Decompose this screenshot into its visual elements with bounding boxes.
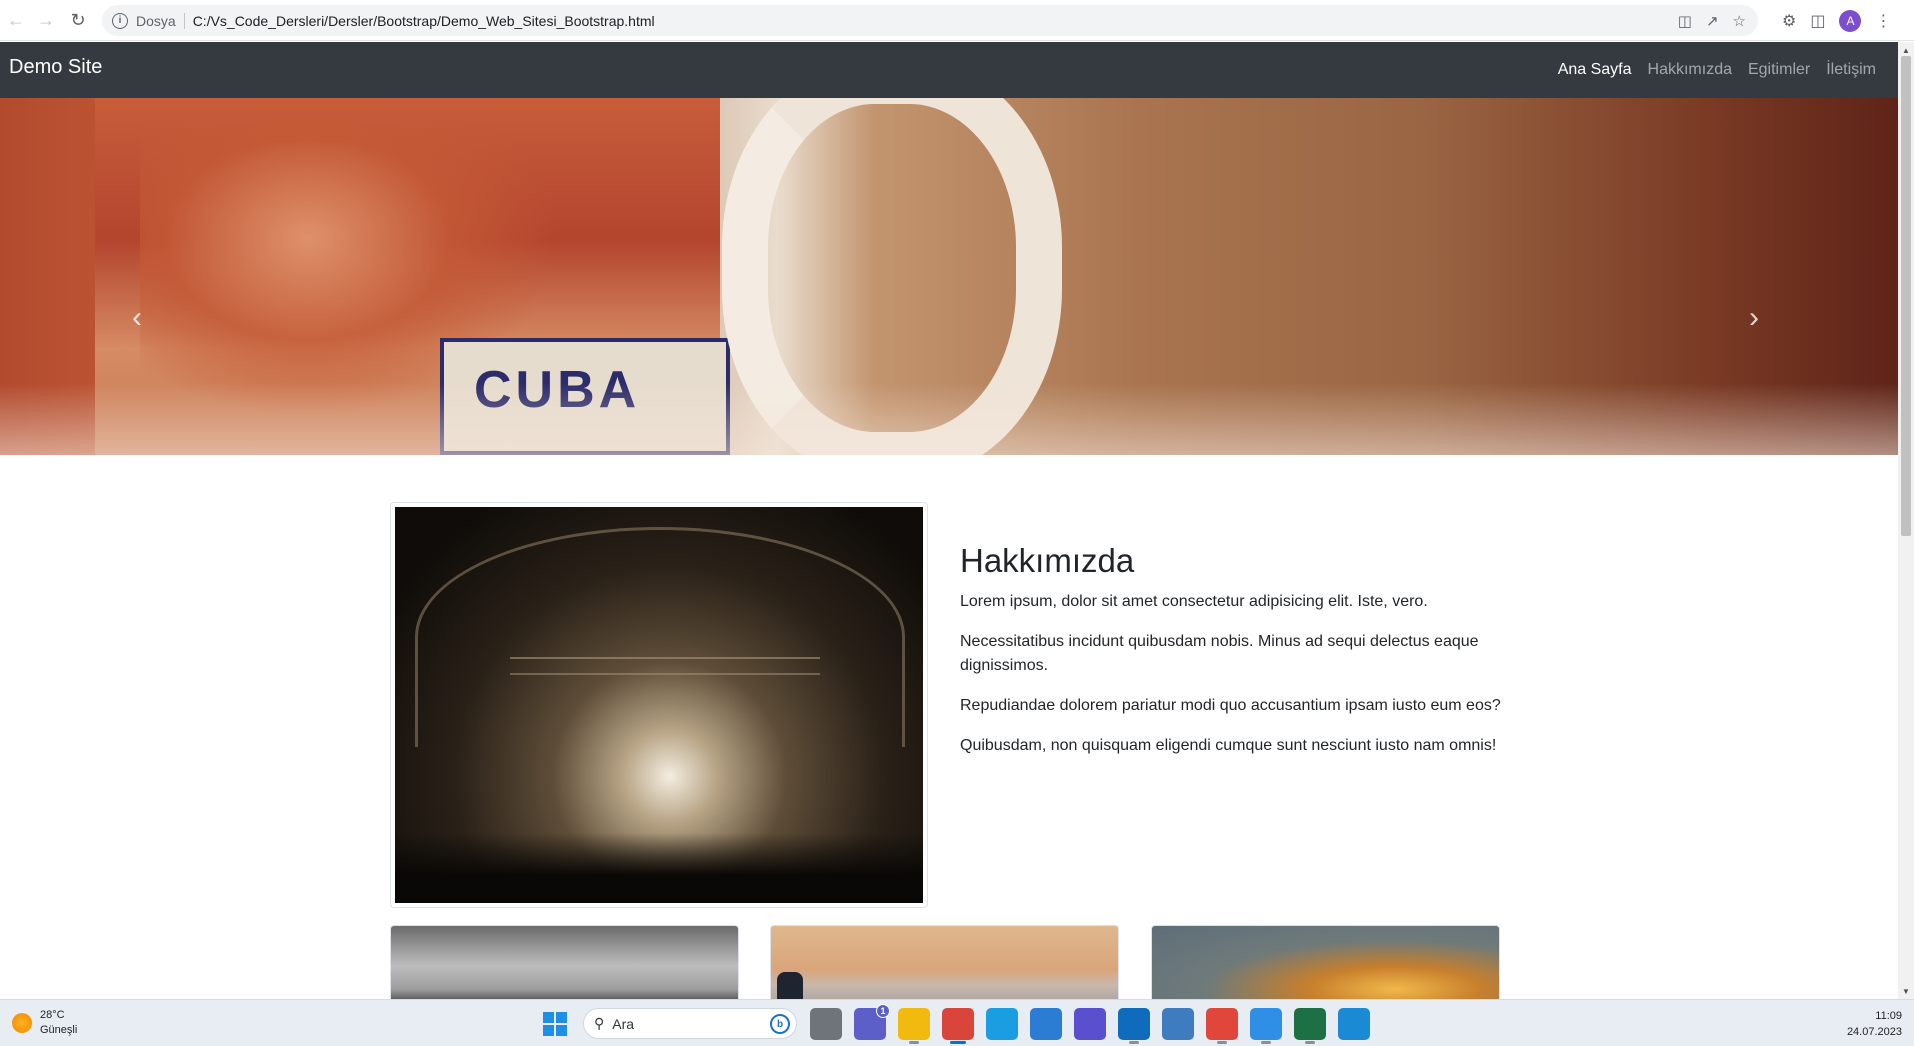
side-panel-icon[interactable]: ◫ xyxy=(1810,11,1825,31)
scrollbar-thumb[interactable] xyxy=(1901,56,1911,536)
teams-icon[interactable]: 1 xyxy=(854,1004,890,1040)
edge-icon[interactable] xyxy=(986,1008,1018,1040)
teams-badge: 1 xyxy=(876,1004,890,1018)
bing-icon[interactable]: b xyxy=(770,1014,790,1034)
taskbar-apps: 1 xyxy=(810,1004,1370,1044)
fisherman-silhouette xyxy=(777,972,803,999)
page-viewport: Demo Site Ana Sayfa Hakkımızda Egitimler… xyxy=(0,42,1898,999)
scheme-label: Dosya xyxy=(136,12,185,29)
translate-icon[interactable]: ◫ xyxy=(1678,12,1692,30)
tent-arc xyxy=(415,527,905,747)
reload-icon[interactable]: ↻ xyxy=(62,4,94,36)
weather-temp: 28°C xyxy=(40,1009,65,1021)
nav-link-egitimler[interactable]: Egitimler xyxy=(1748,61,1810,79)
chrome-icon[interactable] xyxy=(1206,1008,1238,1044)
nav-link-iletisim[interactable]: İletişim xyxy=(1826,61,1876,79)
about-paragraph-3: Repudiandae dolorem pariatur modi quo ac… xyxy=(960,697,1501,714)
file-explorer-icon[interactable] xyxy=(898,1008,930,1044)
back-icon[interactable]: ← xyxy=(0,4,32,36)
copilot-icon[interactable] xyxy=(1074,1008,1106,1040)
navbar-brand[interactable]: Demo Site xyxy=(9,56,102,79)
nav-links: Ana Sayfa Hakkımızda Egitimler İletişim xyxy=(1558,42,1876,98)
page-scrollbar[interactable]: ▲ ▼ xyxy=(1898,42,1914,999)
taskbar: 28°C Güneşli ⚲ Ara b 1 11:09 24.07.2023 xyxy=(0,999,1914,1046)
menu-icon[interactable]: ⋮ xyxy=(1875,11,1891,31)
forward-icon[interactable]: → xyxy=(30,4,62,36)
nav-link-ana-sayfa[interactable]: Ana Sayfa xyxy=(1558,61,1632,79)
browser-toolbar: ← → ↻ i Dosya C:/Vs_Code_Dersleri/Dersle… xyxy=(0,0,1914,41)
extensions-icon[interactable]: ⚙ xyxy=(1782,11,1796,31)
table-shade xyxy=(0,383,1898,455)
crowd-silhouette xyxy=(395,833,923,903)
profile-avatar[interactable]: A xyxy=(1839,9,1862,32)
about-image xyxy=(390,502,928,908)
navbar: Demo Site Ana Sayfa Hakkımızda Egitimler… xyxy=(0,42,1898,98)
carousel-prev-icon[interactable]: ‹ xyxy=(122,303,152,333)
task-view-icon[interactable] xyxy=(810,1008,842,1040)
nav-link-hakkimizda[interactable]: Hakkımızda xyxy=(1648,61,1732,79)
concert-photo xyxy=(395,507,923,903)
about-section: Hakkımızda Lorem ipsum, dolor sit amet c… xyxy=(960,542,1520,774)
about-paragraph-4: Quibusdam, non quisquam eligendi cumque … xyxy=(960,737,1497,754)
url-text[interactable]: C:/Vs_Code_Dersleri/Dersler/Bootstrap/De… xyxy=(193,13,655,29)
search-placeholder: Ara xyxy=(612,1015,635,1032)
clock-time: 11:09 xyxy=(1875,1010,1902,1022)
calculator-icon[interactable] xyxy=(1162,1008,1194,1040)
stage-truss xyxy=(510,657,820,675)
bookmark-star-icon[interactable]: ☆ xyxy=(1733,12,1746,30)
store-icon[interactable] xyxy=(1030,1008,1062,1040)
search-icon: ⚲ xyxy=(594,1015,605,1031)
about-paragraph-1: Lorem ipsum, dolor sit amet consectetur … xyxy=(960,593,1428,610)
share-icon[interactable]: ↗ xyxy=(1706,12,1719,30)
clock-date: 24.07.2023 xyxy=(1846,1026,1902,1038)
card-image-clouds xyxy=(390,925,739,999)
sun-icon xyxy=(12,1013,32,1033)
info-icon[interactable]: i xyxy=(112,12,128,29)
snipping-tool-icon[interactable] xyxy=(942,1008,974,1044)
card-image-sea xyxy=(770,925,1119,999)
about-paragraph-2: Necessitatibus incidunt quibusdam nobis.… xyxy=(960,633,1479,674)
windows-start-icon[interactable] xyxy=(543,1012,567,1036)
excel-icon[interactable] xyxy=(1294,1008,1326,1044)
carousel-next-icon[interactable]: › xyxy=(1739,303,1769,333)
outlook-icon[interactable] xyxy=(1118,1008,1150,1044)
weather-widget[interactable]: 28°C Güneşli xyxy=(12,1008,77,1038)
scroll-down-icon[interactable]: ▼ xyxy=(1898,983,1914,999)
paint-icon[interactable] xyxy=(1250,1008,1282,1044)
weather-desc: Güneşli xyxy=(40,1024,78,1036)
address-bar[interactable]: i Dosya C:/Vs_Code_Dersleri/Dersler/Boot… xyxy=(102,5,1758,36)
carousel: CUBA ‹ › xyxy=(0,98,1898,455)
taskbar-search[interactable]: ⚲ Ara b xyxy=(583,1008,797,1039)
about-title: Hakkımızda xyxy=(960,542,1135,579)
card-image-plant xyxy=(1151,925,1500,999)
vscode-icon[interactable] xyxy=(1338,1008,1370,1040)
clock[interactable]: 11:09 24.07.2023 xyxy=(1847,1008,1902,1040)
